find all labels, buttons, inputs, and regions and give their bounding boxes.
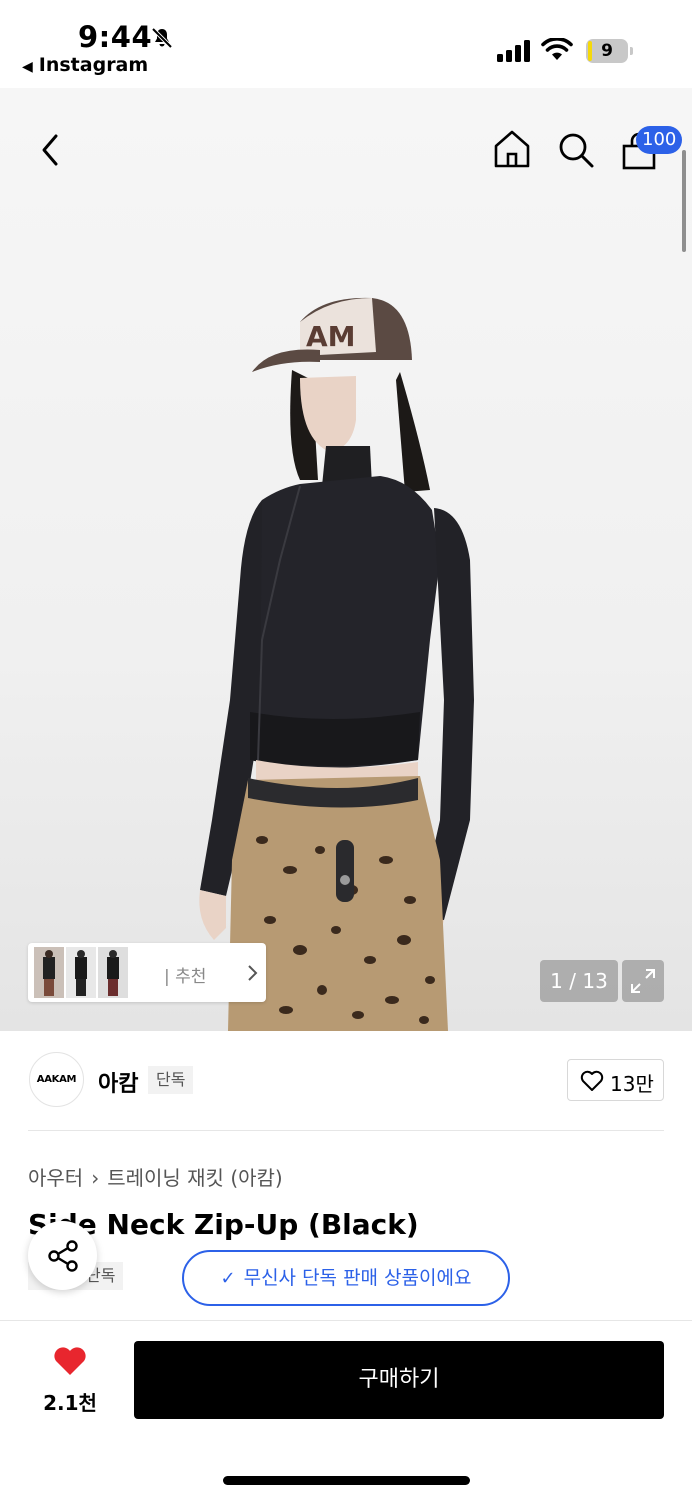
recommend-thumbnail <box>34 947 64 998</box>
thumbnail-figure <box>75 950 87 996</box>
exclusive-sale-label: 무신사 단독 판매 상품이에요 <box>243 1267 472 1289</box>
brand-name[interactable]: 아캄 <box>98 1066 138 1098</box>
share-icon <box>48 1240 78 1272</box>
back-app-label: Instagram <box>38 54 149 76</box>
brand-logo[interactable]: AAKAM <box>29 1052 84 1107</box>
thumbnail-figure <box>43 950 55 996</box>
breadcrumb: 아우터 › 트레이닝 재킷 (아캄) <box>28 1162 283 1191</box>
battery-icon: 9 <box>586 39 633 63</box>
battery-cap <box>630 47 633 55</box>
bottom-bar-divider <box>0 1320 692 1321</box>
home-icon[interactable] <box>492 128 532 170</box>
heart-filled-icon <box>54 1347 86 1375</box>
product-image[interactable]: AM <box>0 88 692 1031</box>
back-chevron-icon[interactable] <box>36 132 64 168</box>
expand-icon <box>631 969 655 993</box>
exclusive-sale-badge[interactable]: ✓ 무신사 단독 판매 상품이에요 <box>182 1250 510 1306</box>
model-photo: AM <box>199 297 474 1031</box>
recommend-thumbnail <box>66 947 96 998</box>
cart-count-badge: 100 <box>636 126 683 154</box>
cellular-signal-icon <box>497 40 530 62</box>
back-triangle-icon: ◀ <box>22 59 33 75</box>
brand-exclusive-tag: 단독 <box>148 1066 194 1094</box>
buy-button[interactable]: 구매하기 <box>134 1341 664 1419</box>
status-bar: 9:44 ◀ Instagram 9 <box>0 0 692 88</box>
wishlist-count: 2.1천 <box>43 1391 97 1415</box>
brand-like-count: 13만 <box>610 1072 654 1096</box>
share-button[interactable] <box>28 1221 97 1290</box>
image-pager: 1 / 13 <box>540 960 618 1002</box>
svg-text:AM: AM <box>306 320 356 353</box>
chevron-right-icon <box>248 965 258 981</box>
brand-like-button[interactable]: 13만 <box>567 1059 664 1101</box>
thumbnail-figure <box>107 950 119 996</box>
scrollbar[interactable] <box>682 150 686 252</box>
wishlist-button[interactable]: 2.1천 <box>28 1345 112 1415</box>
check-icon: ✓ <box>220 1268 236 1289</box>
recommend-chip[interactable]: | 추천 <box>28 943 266 1002</box>
wifi-icon <box>541 38 573 60</box>
expand-button[interactable] <box>622 960 664 1002</box>
battery-level: 9 <box>601 41 613 61</box>
divider <box>28 1130 664 1131</box>
recommend-label: | 추천 <box>164 967 207 987</box>
bell-slash-icon <box>151 27 173 49</box>
breadcrumb-item-subcategory[interactable]: 트레이닝 재킷 (아캄) <box>107 1166 283 1190</box>
heart-outline-icon <box>580 1070 604 1091</box>
recommend-thumbnail <box>98 947 128 998</box>
back-to-app-link[interactable]: ◀ Instagram <box>22 54 148 76</box>
search-icon[interactable] <box>556 130 596 170</box>
home-indicator[interactable] <box>223 1476 470 1485</box>
breadcrumb-item-category[interactable]: 아우터 <box>28 1166 83 1190</box>
status-time: 9:44 <box>78 20 153 54</box>
breadcrumb-separator: › <box>91 1166 100 1190</box>
